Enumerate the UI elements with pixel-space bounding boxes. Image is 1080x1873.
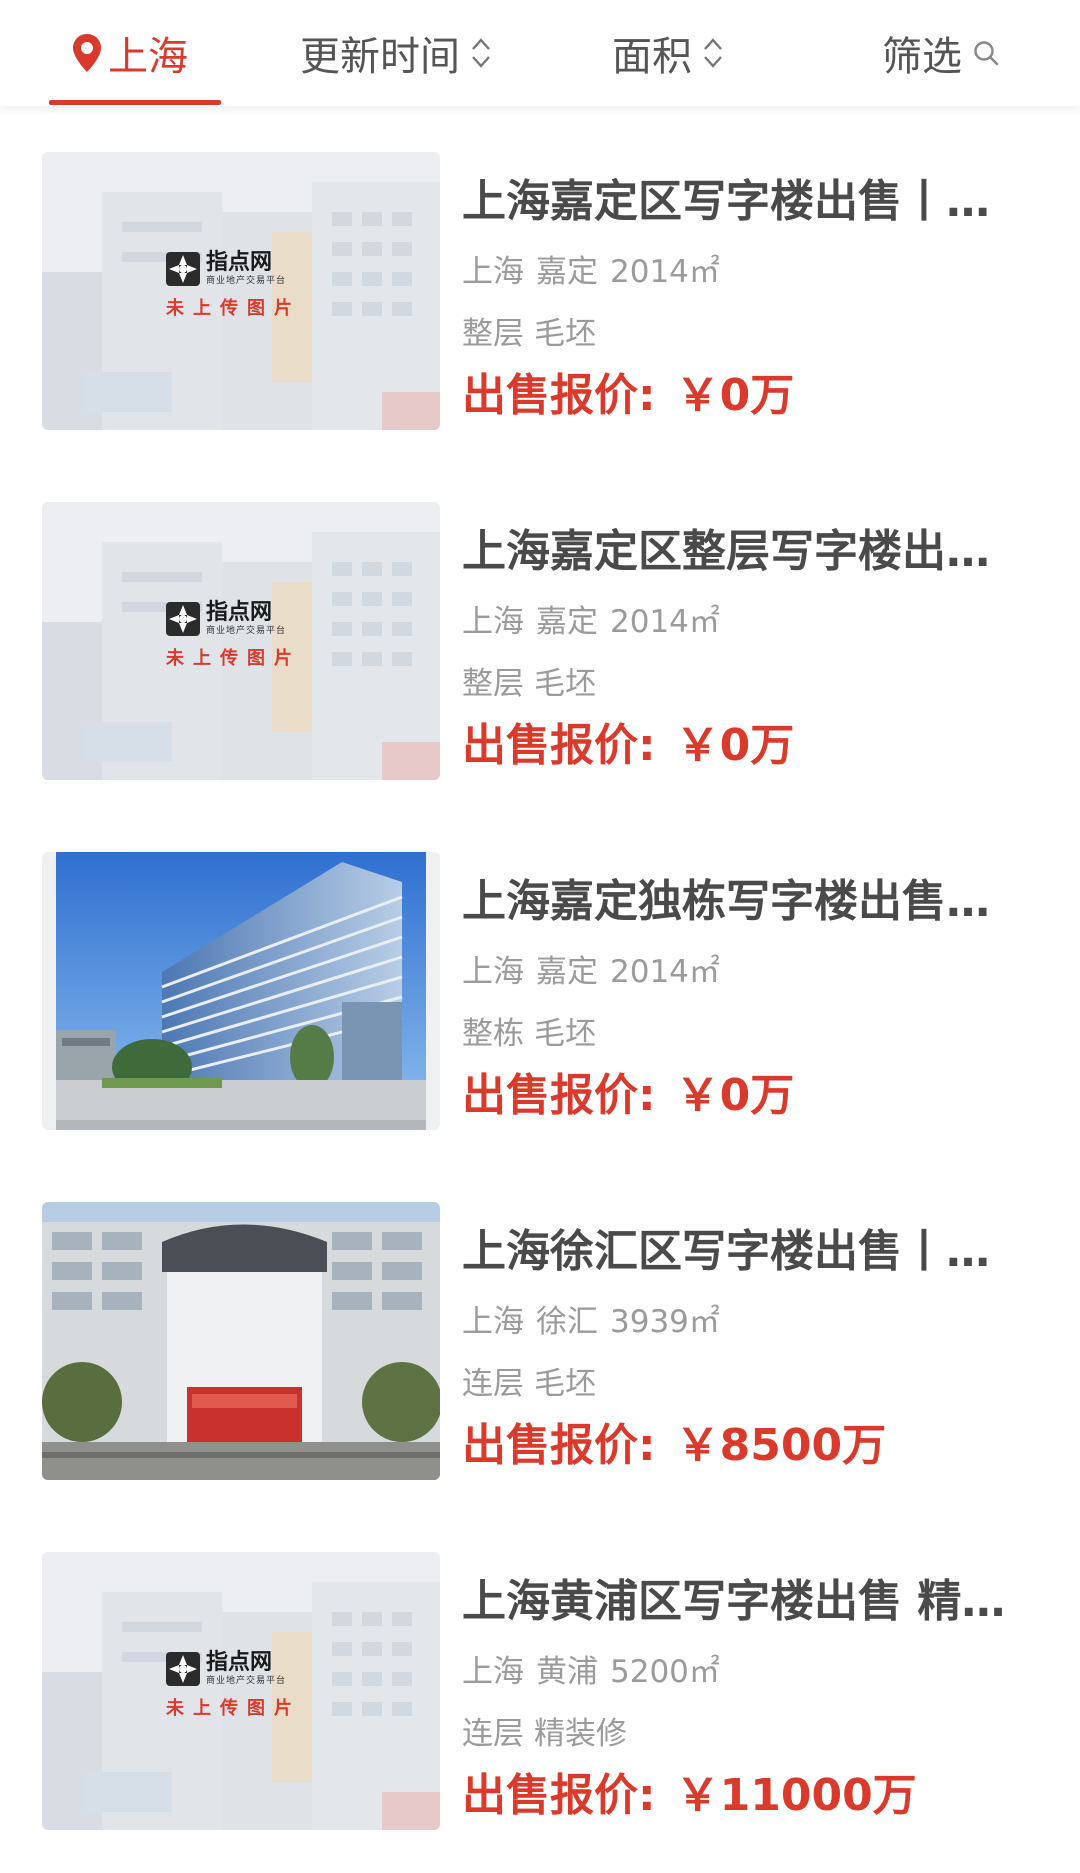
listing-location-area: 上海 嘉定 2014㎡ (462, 952, 720, 992)
listing-card[interactable]: 指点网 商业地产交易平台 未上传图片 上海嘉定区整层写字楼出… 上海 嘉定 2014… (0, 456, 1080, 806)
listing-city: 上海 (462, 254, 524, 290)
no-image-note: 未上传图片 (166, 298, 301, 319)
listing-title: 上海嘉定独栋写字楼出售… (462, 876, 990, 927)
price-value: ￥0万 (675, 720, 795, 771)
listing-district: 嘉定 (536, 254, 598, 290)
listing-district: 黄浦 (536, 1654, 598, 1690)
listing-area: 3939㎡ (610, 1304, 720, 1340)
brand-name: 指点网 (206, 1650, 273, 1675)
listing-tags: 连层 毛坯 (462, 1364, 596, 1404)
brand-logo-icon (166, 252, 200, 286)
listing-district: 嘉定 (536, 604, 598, 640)
brand-tagline: 商业地产交易平台 (206, 276, 287, 286)
listing-card[interactable]: 上海嘉定独栋写字楼出售… 上海 嘉定 2014㎡ 整栋 毛坯 出售报价: ￥0万 (0, 806, 1080, 1156)
listing-district: 徐汇 (536, 1304, 598, 1340)
listing-area: 2014㎡ (610, 604, 720, 640)
sort-area[interactable]: 面积 (612, 0, 724, 106)
listing-location-area: 上海 徐汇 3939㎡ (462, 1302, 720, 1342)
listing-city: 上海 (462, 1654, 524, 1690)
listing-decoration: 毛坯 (534, 316, 596, 352)
listing-location-area: 上海 嘉定 2014㎡ (462, 252, 720, 292)
listing-card[interactable]: 指点网 商业地产交易平台 未上传图片 上海嘉定区写字楼出售丨… 上海 嘉定 2014… (0, 106, 1080, 456)
sort-updown-icon (470, 36, 492, 70)
building-facade-photo (42, 1202, 440, 1480)
listing-card[interactable]: 指点网 商业地产交易平台 未上传图片 上海黄浦区写字楼出售 精… 上海 黄浦 520… (0, 1506, 1080, 1856)
brand-logo-icon (166, 1652, 200, 1686)
listing-decoration: 毛坯 (534, 1366, 596, 1402)
listing-district: 嘉定 (536, 954, 598, 990)
city-label: 上海 (108, 34, 188, 80)
listing-decoration: 毛坯 (534, 666, 596, 702)
faded-building-image (42, 1552, 440, 1830)
brand-logo: 指点网 商业地产交易平台 (166, 252, 286, 286)
sort-updown-icon (702, 36, 724, 70)
listing-image-placeholder: 指点网 商业地产交易平台 未上传图片 (42, 1552, 440, 1830)
price-label: 出售报价: (462, 720, 656, 771)
listing-floor-type: 连层 (462, 1716, 524, 1752)
listing-floor-type: 整层 (462, 666, 524, 702)
price-value: ￥0万 (675, 370, 795, 421)
active-tab-indicator (49, 100, 221, 105)
city-selector[interactable]: 上海 (72, 0, 188, 106)
listing-card[interactable]: 上海徐汇区写字楼出售丨… 上海 徐汇 3939㎡ 连层 毛坯 出售报价: ￥8500万 (0, 1156, 1080, 1506)
listing-area: 2014㎡ (610, 254, 720, 290)
office-tower-photo (56, 852, 426, 1130)
brand-logo: 指点网 商业地产交易平台 (166, 1652, 286, 1686)
faded-building-image (42, 152, 440, 430)
location-pin-icon (72, 33, 102, 73)
sort-update-time-label: 更新时间 (300, 34, 460, 80)
listing-city: 上海 (462, 954, 524, 990)
search-icon (972, 39, 1000, 67)
price-value: ￥11000万 (675, 1770, 917, 1821)
brand-logo: 指点网 商业地产交易平台 (166, 602, 286, 636)
brand-tagline: 商业地产交易平台 (206, 1676, 287, 1686)
listing-title: 上海嘉定区写字楼出售丨… (462, 176, 990, 227)
listing-floor-type: 整层 (462, 316, 524, 352)
filter-label: 筛选 (882, 34, 962, 80)
price-value: ￥8500万 (675, 1420, 887, 1471)
listing-image (42, 1202, 440, 1480)
listing-tags: 整栋 毛坯 (462, 1014, 596, 1054)
listing-floor-type: 连层 (462, 1366, 524, 1402)
listing-price: 出售报价: ￥8500万 (462, 1418, 886, 1474)
sort-update-time[interactable]: 更新时间 (300, 0, 492, 106)
listing-image (42, 852, 440, 1130)
brand-name: 指点网 (206, 600, 273, 625)
brand-name: 指点网 (206, 250, 273, 275)
no-image-note: 未上传图片 (166, 648, 301, 669)
listing-price: 出售报价: ￥0万 (462, 1068, 794, 1124)
listing-price: 出售报价: ￥11000万 (462, 1768, 917, 1824)
listing-location-area: 上海 嘉定 2014㎡ (462, 602, 720, 642)
price-label: 出售报价: (462, 1420, 656, 1471)
price-value: ￥0万 (675, 1070, 795, 1121)
listing-tags: 连层 精装修 (462, 1714, 627, 1754)
price-label: 出售报价: (462, 1070, 656, 1121)
listing-floor-type: 整栋 (462, 1016, 524, 1052)
brand-tagline: 商业地产交易平台 (206, 626, 287, 636)
listing-image-placeholder: 指点网 商业地产交易平台 未上传图片 (42, 502, 440, 780)
brand-logo-icon (166, 602, 200, 636)
no-image-note: 未上传图片 (166, 1698, 301, 1719)
filter-button[interactable]: 筛选 (882, 0, 1000, 106)
price-label: 出售报价: (462, 1770, 656, 1821)
faded-building-image (42, 502, 440, 780)
listing-price: 出售报价: ￥0万 (462, 368, 794, 424)
listing-city: 上海 (462, 1304, 524, 1340)
sort-area-label: 面积 (612, 34, 692, 80)
listing-title: 上海徐汇区写字楼出售丨… (462, 1226, 990, 1277)
listing-decoration: 精装修 (534, 1716, 627, 1752)
listing-image-placeholder: 指点网 商业地产交易平台 未上传图片 (42, 152, 440, 430)
listing-city: 上海 (462, 604, 524, 640)
listing-tags: 整层 毛坯 (462, 314, 596, 354)
listing-area: 5200㎡ (610, 1654, 720, 1690)
listing-location-area: 上海 黄浦 5200㎡ (462, 1652, 720, 1692)
filter-bar: 上海 更新时间 面积 筛选 (0, 0, 1080, 106)
price-label: 出售报价: (462, 370, 656, 421)
listing-area: 2014㎡ (610, 954, 720, 990)
listing-title: 上海黄浦区写字楼出售 精… (462, 1576, 1006, 1627)
listing-title: 上海嘉定区整层写字楼出… (462, 526, 990, 577)
listing-tags: 整层 毛坯 (462, 664, 596, 704)
listing-decoration: 毛坯 (534, 1016, 596, 1052)
listing-price: 出售报价: ￥0万 (462, 718, 794, 774)
